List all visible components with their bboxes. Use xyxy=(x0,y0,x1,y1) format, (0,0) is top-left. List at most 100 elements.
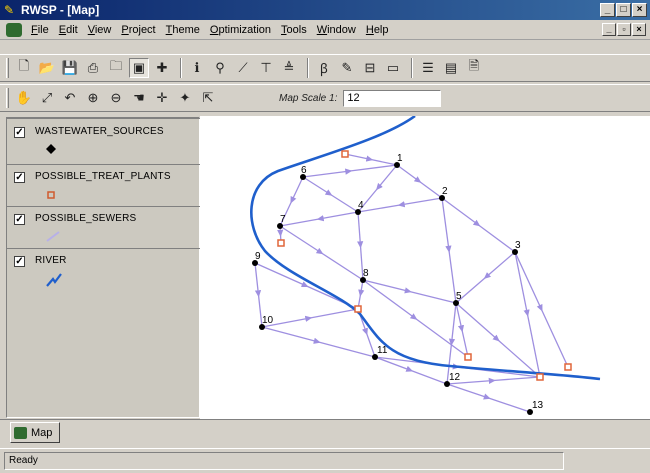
sewer-line xyxy=(396,164,443,199)
river-line-symbol xyxy=(46,273,62,287)
mdi-minimize-button[interactable]: _ xyxy=(602,23,616,36)
layer-possible-treat-plants[interactable]: ✓ POSSIBLE_TREAT_PLANTS xyxy=(7,164,201,206)
sewer-line xyxy=(357,197,443,213)
document-icon[interactable] xyxy=(6,22,22,37)
node-label: 7 xyxy=(280,214,286,225)
menu-help[interactable]: Help xyxy=(361,24,394,36)
map-scale-label: Map Scale 1: xyxy=(279,92,338,104)
mdi-restore-button[interactable]: ▫ xyxy=(617,23,631,36)
node-label: 4 xyxy=(358,200,364,211)
app-icon: ✎ xyxy=(4,3,15,17)
undo-icon[interactable]: ↶ xyxy=(60,88,80,108)
menu-project[interactable]: Project xyxy=(116,24,160,36)
sewer-line xyxy=(446,376,541,385)
crosshair-icon[interactable]: ✛ xyxy=(152,88,172,108)
sewer-line xyxy=(362,279,457,304)
layer-name: WASTEWATER_SOURCES xyxy=(35,126,164,137)
print-icon[interactable]: ⎙ xyxy=(83,58,103,78)
menu-tools[interactable]: Tools xyxy=(276,24,312,36)
save-icon[interactable]: 💾 xyxy=(60,58,80,78)
node-label: 5 xyxy=(456,291,462,302)
sewer-line xyxy=(261,308,359,328)
node-label: 10 xyxy=(262,315,274,326)
node-label: 11 xyxy=(377,345,388,356)
treatment-plant-marker xyxy=(464,353,472,361)
identify-icon[interactable]: ✦ xyxy=(175,88,195,108)
sewer-line xyxy=(302,164,398,178)
layer-name: RIVER xyxy=(35,255,67,266)
zoom-in-icon[interactable]: ⊕ xyxy=(83,88,103,108)
menu-edit[interactable]: Edit xyxy=(54,24,83,36)
mdi-close-button[interactable]: × xyxy=(632,23,646,36)
layer-checkbox[interactable]: ✓ xyxy=(14,172,25,183)
zoom-out-icon[interactable]: ⊖ xyxy=(106,88,126,108)
layer-wastewater-sources[interactable]: ✓ WASTEWATER_SOURCES xyxy=(7,118,201,164)
close-button[interactable]: × xyxy=(632,3,647,17)
source-point-symbol xyxy=(46,144,56,154)
menu-theme[interactable]: Theme xyxy=(161,24,205,36)
new-icon[interactable]: 🗋 xyxy=(14,58,34,78)
treatment-plant-marker xyxy=(354,305,362,313)
node-label: 13 xyxy=(532,400,544,411)
treatment-plant-marker xyxy=(277,239,285,247)
map-view[interactable]: 1 2 3 4 5 6 7 8 9 10 11 12 13 xyxy=(200,116,650,419)
add-theme-icon[interactable]: ✚ xyxy=(152,58,172,78)
open-icon[interactable]: 📂 xyxy=(37,58,57,78)
sewer-line xyxy=(279,211,359,227)
sewer-line xyxy=(357,164,398,213)
plant-square-symbol xyxy=(47,191,55,199)
sewer-line xyxy=(261,326,376,358)
standard-toolbar: 🗋 📂 💾 ⎙ 🗀 ▣ ✚ ℹ ⚲ ⟋ ⊤ ≜ ꞵ ✎ ⊟ ▭ ☰ ▤ 🗎 xyxy=(0,54,650,82)
layer-river[interactable]: ✓ RIVER xyxy=(7,248,201,298)
layer-checkbox[interactable]: ✓ xyxy=(14,127,25,138)
status-text: Ready xyxy=(4,452,564,470)
node-label: 8 xyxy=(363,268,369,279)
folder-icon[interactable]: 🗀 xyxy=(106,58,126,78)
view-icon[interactable]: ▣ xyxy=(129,58,149,78)
node-label: 1 xyxy=(397,153,403,164)
layer-checkbox[interactable]: ✓ xyxy=(14,214,25,225)
hand-icon[interactable]: ☚ xyxy=(129,88,149,108)
node-label: 9 xyxy=(255,251,261,262)
sewer-line xyxy=(254,262,263,328)
menu-window[interactable]: Window xyxy=(312,24,361,36)
toolbar-grip-2[interactable] xyxy=(6,88,9,108)
maximize-button[interactable]: □ xyxy=(616,3,631,17)
status-bar: Ready xyxy=(0,448,650,473)
pencil-icon[interactable]: ✎ xyxy=(337,58,357,78)
map-tab-icon xyxy=(14,426,27,439)
treatment-plant-marker xyxy=(341,150,349,158)
pointer-icon[interactable]: ⇱ xyxy=(198,88,218,108)
menu-file[interactable]: File xyxy=(26,24,54,36)
menu-view[interactable]: View xyxy=(83,24,117,36)
map-tab[interactable]: Map xyxy=(10,422,60,443)
chart-icon[interactable]: ▤ xyxy=(441,58,461,78)
select-icon[interactable]: ≜ xyxy=(279,58,299,78)
layout-icon[interactable]: ⊟ xyxy=(360,58,380,78)
node-label: 3 xyxy=(515,240,521,251)
find-icon[interactable]: ⚲ xyxy=(210,58,230,78)
minimize-button[interactable]: _ xyxy=(600,3,615,17)
map-canvas[interactable]: 12345678910111213 xyxy=(200,116,650,419)
full-extent-icon[interactable]: ⤢ xyxy=(37,88,57,108)
layer-possible-sewers[interactable]: ✓ POSSIBLE_SEWERS xyxy=(7,206,201,248)
table-icon[interactable]: ☰ xyxy=(418,58,438,78)
pan-icon[interactable]: ✋ xyxy=(14,88,34,108)
measure-icon[interactable]: ⟋ xyxy=(233,58,253,78)
map-tab-label: Map xyxy=(31,426,53,439)
sewer-line xyxy=(455,251,516,304)
label-icon[interactable]: ⊤ xyxy=(256,58,276,78)
layer-name: POSSIBLE_TREAT_PLANTS xyxy=(35,171,171,182)
map-scale-input[interactable] xyxy=(343,89,442,107)
text-icon[interactable]: ꞵ xyxy=(314,58,334,78)
layer-panel: ✓ WASTEWATER_SOURCES ✓ POSSIBLE_TREAT_PL… xyxy=(6,117,201,418)
sewer-line xyxy=(446,383,531,413)
menu-optimization[interactable]: Optimization xyxy=(205,24,276,36)
toolbar-grip[interactable] xyxy=(6,58,9,78)
layer-checkbox[interactable]: ✓ xyxy=(14,256,25,267)
sewer-line xyxy=(357,279,365,310)
info-icon[interactable]: ℹ xyxy=(187,58,207,78)
page-icon[interactable]: 🗎 xyxy=(464,58,484,78)
title-bar: ✎ RWSP - [Map] _ □ × xyxy=(0,0,650,20)
frame-icon[interactable]: ▭ xyxy=(383,58,403,78)
